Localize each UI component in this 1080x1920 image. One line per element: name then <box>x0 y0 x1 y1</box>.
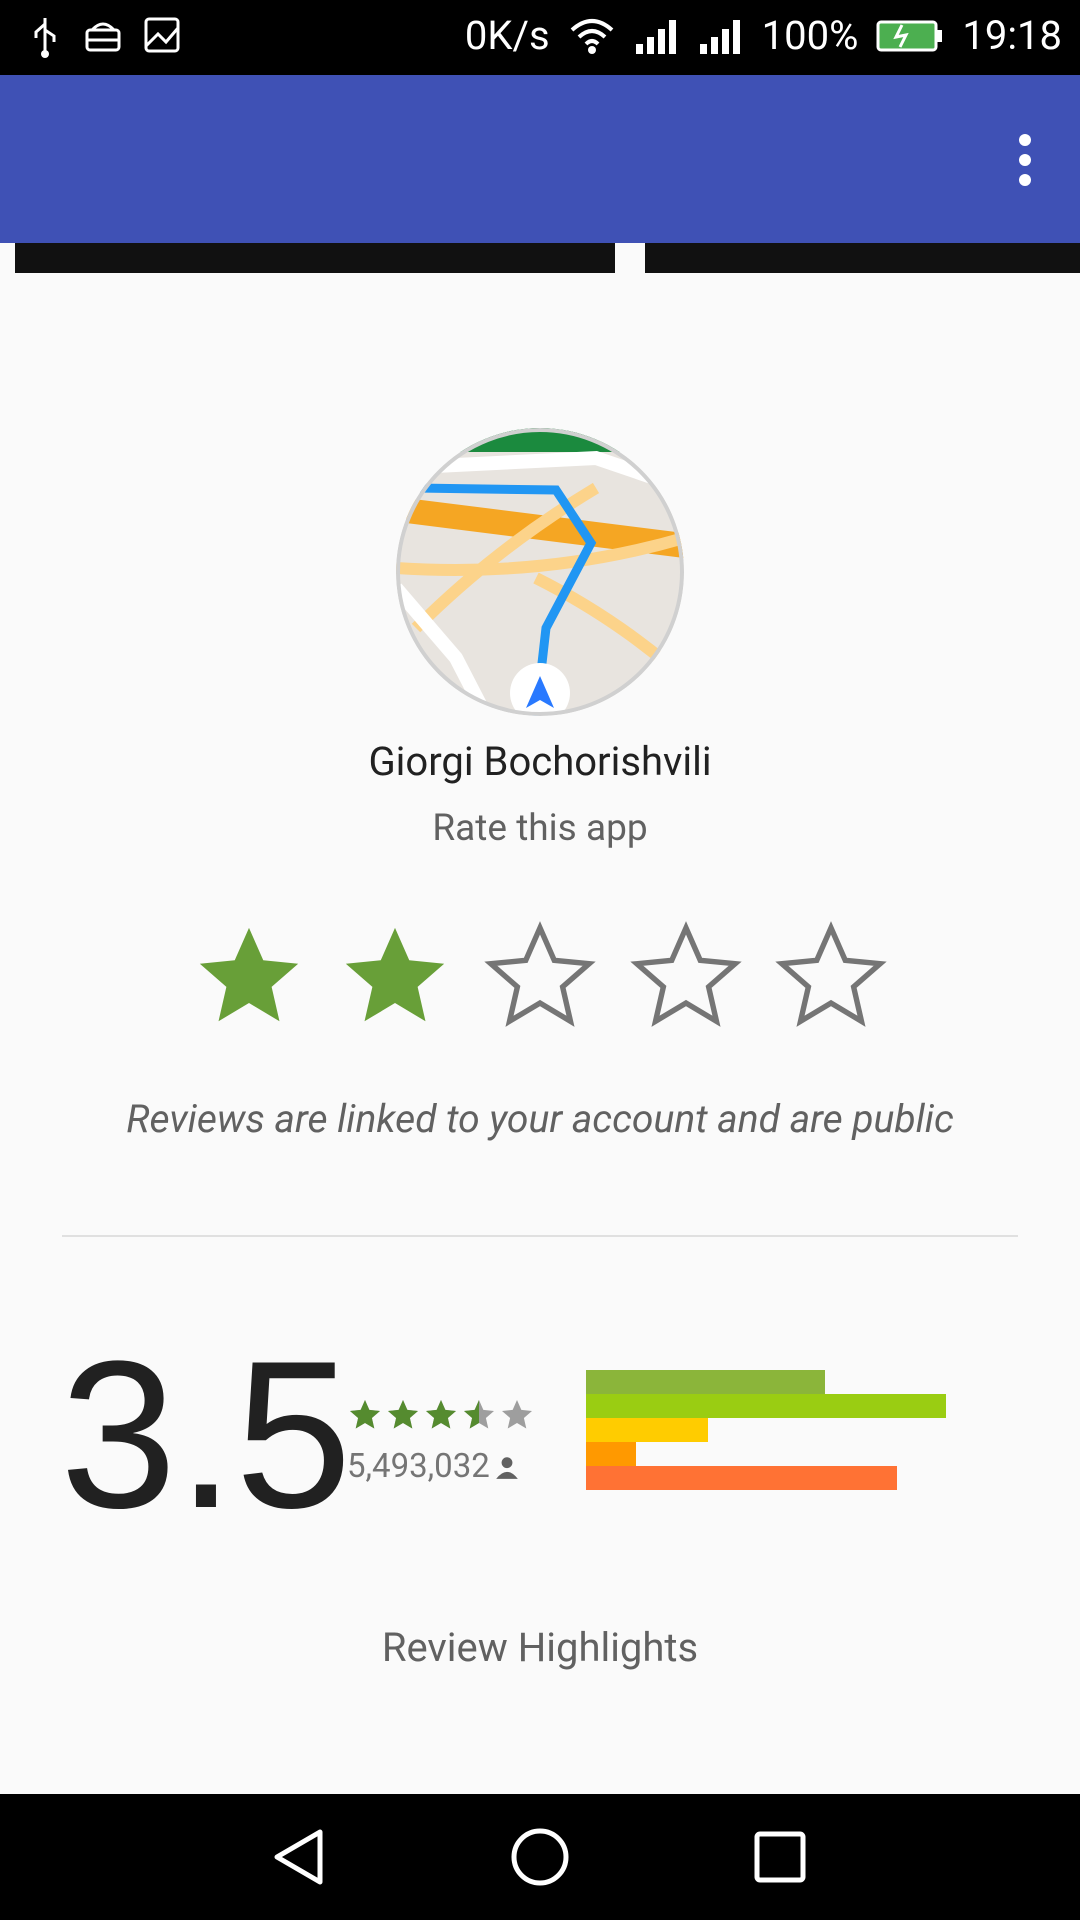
screenshot-thumbnail[interactable] <box>645 243 1080 273</box>
review-count-value: 5,493,032 <box>347 1447 490 1486</box>
review-highlights-heading[interactable]: Review Highlights <box>0 1624 1080 1671</box>
star-2-icon[interactable] <box>336 918 454 1036</box>
rating-distribution <box>586 1370 1036 1490</box>
person-icon <box>495 1456 518 1479</box>
star-1-icon[interactable] <box>190 918 308 1036</box>
average-stars <box>350 1400 532 1429</box>
review-count: 5,493,032 <box>347 1447 520 1486</box>
small-star-icon <box>502 1400 532 1429</box>
rating-bar-5 <box>586 1370 825 1394</box>
public-review-disclaimer: Reviews are linked to your account and a… <box>126 1096 954 1142</box>
network-speed: 0K/s <box>464 12 550 59</box>
star-5-icon[interactable] <box>772 918 890 1036</box>
status-bar: 0K/s 100% 19:18 <box>0 0 1080 75</box>
divider <box>62 1235 1018 1237</box>
battery-level: 100% <box>761 12 859 59</box>
small-star-icon <box>350 1400 380 1429</box>
nav-back-icon[interactable] <box>265 1822 335 1892</box>
rate-app-label: Rate this app <box>432 807 648 850</box>
clock: 19:18 <box>962 12 1062 59</box>
app-bar <box>0 75 1080 243</box>
wifi-icon <box>570 18 613 54</box>
screenshot-thumbnail[interactable] <box>15 243 615 273</box>
star-3-icon[interactable] <box>481 918 599 1036</box>
average-rating: 3.5 <box>60 1317 352 1552</box>
signal-icon <box>635 19 676 54</box>
small-star-icon <box>464 1400 494 1429</box>
rating-bar-2 <box>586 1442 636 1466</box>
nav-recents-icon[interactable] <box>745 1822 815 1892</box>
signal-icon <box>699 19 740 54</box>
avatar <box>396 428 684 716</box>
more-vert-icon[interactable] <box>1010 129 1040 189</box>
star-4-icon[interactable] <box>627 918 745 1036</box>
nav-home-icon[interactable] <box>505 1822 575 1892</box>
user-name: Giorgi Bochorishvili <box>368 738 712 785</box>
navigation-bar <box>0 1794 1080 1920</box>
rating-bar-1 <box>586 1466 897 1490</box>
rating-bar-4 <box>586 1394 946 1418</box>
rating-stars <box>190 918 890 1036</box>
image-icon <box>144 17 180 53</box>
android-debug-icon <box>85 22 121 52</box>
battery-charging-icon <box>876 20 943 51</box>
small-star-icon <box>426 1400 456 1429</box>
usb-icon <box>34 18 56 58</box>
small-star-icon <box>388 1400 418 1429</box>
rating-bar-3 <box>586 1418 708 1442</box>
